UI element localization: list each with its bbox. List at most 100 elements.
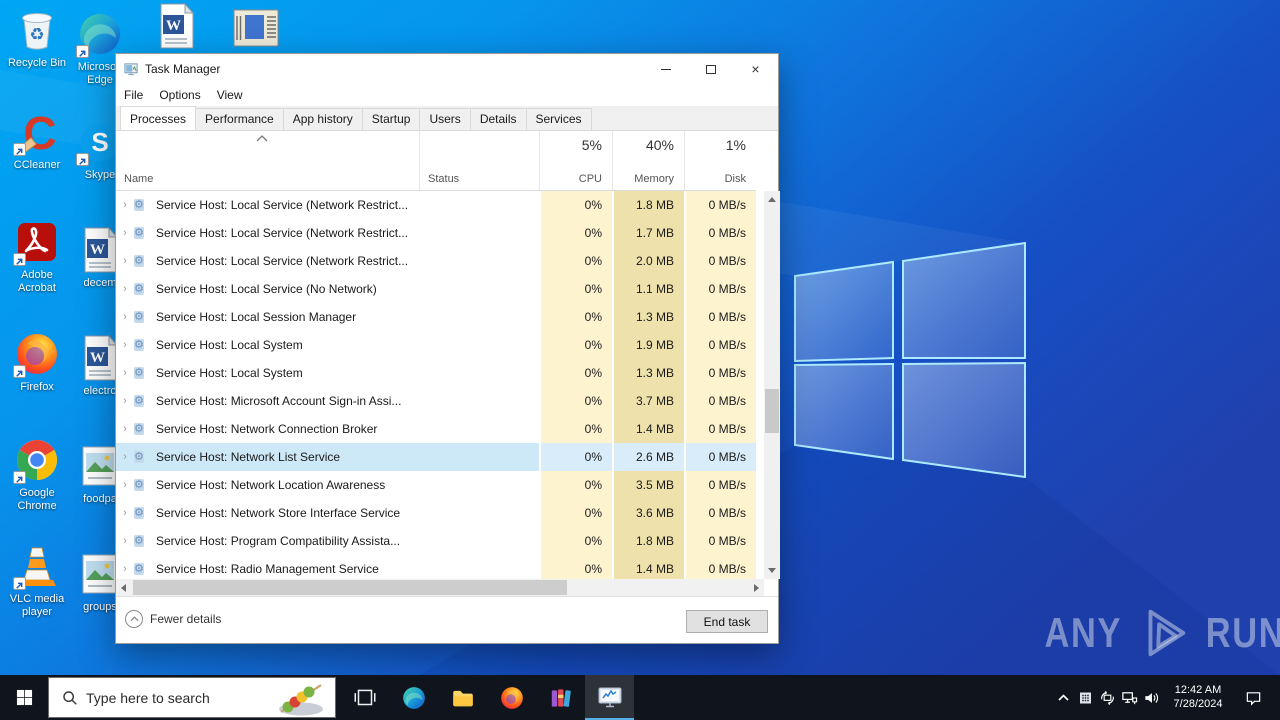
taskbar-button-firefox[interactable]	[487, 675, 536, 720]
desktop-icon-firefox-3[interactable]: Firefox	[2, 330, 72, 394]
taskbar-button-file-explorer[interactable]	[438, 675, 487, 720]
title-bar[interactable]: Task Manager ×	[116, 54, 778, 84]
expand-chevron-icon[interactable]: ›	[116, 255, 134, 267]
end-task-button[interactable]: End task	[686, 610, 768, 633]
search-box[interactable]	[48, 677, 336, 718]
chrome-icon	[13, 436, 61, 484]
expand-chevron-icon[interactable]: ›	[116, 283, 134, 295]
task-manager-icon	[124, 62, 138, 75]
taskbar-button-task-view[interactable]	[340, 675, 389, 720]
desktop-icon-chrome-4[interactable]: Google Chrome	[2, 436, 72, 513]
desktop-icon-app-window-top-1[interactable]	[232, 8, 280, 48]
disk-total-percent: 1%	[725, 137, 746, 153]
column-header-status[interactable]: Status	[419, 131, 539, 190]
desktop-icon-acrobat-2[interactable]: Adobe Acrobat	[2, 218, 72, 295]
horizontal-scrollbar-thumb[interactable]	[133, 580, 567, 595]
column-header-memory[interactable]: 40% Memory	[612, 131, 684, 190]
expand-chevron-icon[interactable]: ›	[116, 339, 134, 351]
tray-display-sync[interactable]	[1096, 675, 1118, 720]
expand-chevron-icon[interactable]: ›	[116, 311, 134, 323]
action-center-button[interactable]	[1234, 675, 1272, 720]
process-row[interactable]: › ⚙ Service Host: Program Compatibility As…	[116, 527, 756, 555]
maximize-button[interactable]	[688, 54, 733, 84]
process-row-selected[interactable]: › ⚙ Service Host: Network List Service 0% 2.…	[116, 443, 756, 471]
process-row[interactable]: › ⚙ Service Host: Local Service (No Networ…	[116, 275, 756, 303]
horizontal-scrollbar[interactable]	[116, 579, 764, 596]
expand-chevron-icon[interactable]: ›	[116, 479, 134, 491]
process-row[interactable]: › ⚙ Service Host: Local Service (Network R…	[116, 191, 756, 219]
desktop-icon-recycle-bin-0[interactable]: ♻ Recycle Bin	[2, 6, 72, 70]
desktop-icon-ccleaner-1[interactable]: C CCleaner	[2, 107, 72, 172]
column-header-name[interactable]: Name	[116, 131, 419, 190]
tab-services[interactable]: Services	[525, 108, 592, 130]
process-row[interactable]: › ⚙ Service Host: Local Service (Network R…	[116, 247, 756, 275]
scroll-up-arrow[interactable]	[764, 191, 780, 208]
process-row[interactable]: › ⚙ Service Host: Local Service (Network R…	[116, 219, 756, 247]
tray-touch-grid[interactable]	[1074, 675, 1096, 720]
process-memory: 1.4 MB	[612, 555, 684, 579]
desktop-icon-label: Google Chrome	[17, 487, 57, 513]
process-cpu: 0%	[539, 555, 612, 579]
tab-processes[interactable]: Processes	[120, 106, 197, 130]
close-button[interactable]: ×	[733, 54, 778, 84]
taskbar-button-edge[interactable]	[389, 675, 438, 720]
process-row[interactable]: › ⚙ Service Host: Microsoft Account Sign-i…	[116, 387, 756, 415]
process-row[interactable]: › ⚙ Service Host: Local Session Manager 0% 1…	[116, 303, 756, 331]
tab-details[interactable]: Details	[469, 108, 527, 130]
fewer-details-toggle[interactable]: Fewer details	[125, 610, 221, 628]
desktop-icon-word-doc-top-0[interactable]: W	[152, 2, 200, 54]
scroll-left-arrow[interactable]	[116, 579, 131, 596]
acrobat-icon	[13, 218, 61, 266]
process-disk: 0 MB/s	[684, 303, 756, 331]
column-header-cpu[interactable]: 5% CPU	[539, 131, 612, 190]
expand-chevron-icon[interactable]: ›	[116, 535, 134, 547]
search-input[interactable]	[86, 689, 269, 706]
process-name: Service Host: Microsoft Account Sign-in …	[156, 394, 402, 408]
process-row[interactable]: › ⚙ Service Host: Network Connection Broke…	[116, 415, 756, 443]
process-row[interactable]: › ⚙ Service Host: Network Location Awarene…	[116, 471, 756, 499]
taskbar-button-task-manager[interactable]	[585, 675, 634, 720]
process-row[interactable]: › ⚙ Service Host: Network Store Interface …	[116, 499, 756, 527]
window-footer: Fewer details End task	[116, 596, 778, 643]
desktop-icon-label: Adobe Acrobat	[18, 269, 56, 295]
process-row[interactable]: › ⚙ Service Host: Local System 0% 1.3 MB 0 MB…	[116, 359, 756, 387]
tab-app-history[interactable]: App history	[282, 108, 363, 130]
scroll-right-arrow[interactable]	[749, 579, 764, 596]
expand-chevron-icon[interactable]: ›	[116, 423, 134, 435]
expand-chevron-icon[interactable]: ›	[116, 199, 134, 211]
tray-volume[interactable]	[1140, 675, 1162, 720]
process-row[interactable]: › ⚙ Service Host: Radio Management Service…	[116, 555, 756, 579]
network-icon	[1121, 690, 1138, 706]
svg-text:♻: ♻	[29, 25, 44, 44]
tab-performance[interactable]: Performance	[195, 108, 284, 130]
tab-startup[interactable]: Startup	[361, 108, 421, 130]
expand-chevron-icon[interactable]: ›	[116, 563, 134, 575]
desktop-icon-vlc-5[interactable]: VLC media player	[2, 542, 72, 619]
process-row[interactable]: › ⚙ Service Host: Local System 0% 1.9 MB 0 MB…	[116, 331, 756, 359]
minimize-button[interactable]	[643, 54, 688, 84]
expand-chevron-icon[interactable]: ›	[116, 451, 134, 463]
menu-view[interactable]: View	[217, 88, 243, 102]
menu-options[interactable]: Options	[159, 88, 200, 102]
menu-file[interactable]: File	[124, 88, 143, 102]
start-button[interactable]	[0, 675, 48, 720]
column-header-disk[interactable]: 1% Disk	[684, 131, 756, 190]
tray-network[interactable]	[1118, 675, 1140, 720]
service-gear-icon: ⚙	[134, 283, 144, 295]
taskbar-button-winrar[interactable]	[536, 675, 585, 720]
expand-chevron-icon[interactable]: ›	[116, 367, 134, 379]
taskbar-clock[interactable]: 12:42 AM 7/28/2024	[1167, 684, 1229, 712]
vertical-scrollbar[interactable]	[764, 191, 780, 579]
firefox-icon	[13, 330, 61, 378]
expand-chevron-icon[interactable]: ›	[116, 227, 134, 239]
scroll-down-arrow[interactable]	[764, 562, 780, 579]
tray-hidden-icons-chevron[interactable]	[1052, 675, 1074, 720]
process-memory: 2.0 MB	[612, 247, 684, 275]
search-highlight-kebab-icon[interactable]	[269, 678, 333, 718]
service-gear-icon: ⚙	[134, 479, 144, 491]
expand-chevron-icon[interactable]: ›	[116, 395, 134, 407]
tab-users[interactable]: Users	[419, 108, 471, 130]
expand-chevron-icon[interactable]: ›	[116, 507, 134, 519]
vertical-scrollbar-thumb[interactable]	[765, 389, 779, 433]
process-disk: 0 MB/s	[684, 219, 756, 247]
